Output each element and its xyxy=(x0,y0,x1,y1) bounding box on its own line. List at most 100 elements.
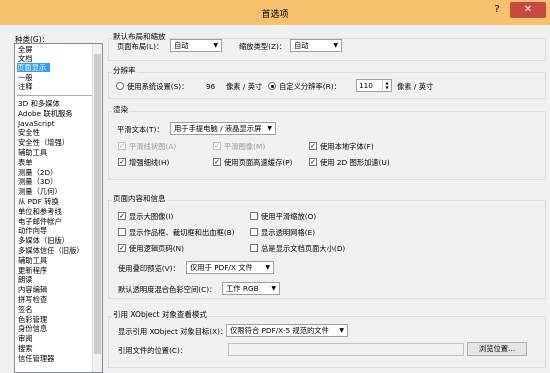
close-button[interactable]: ✕ xyxy=(510,2,546,18)
gpu-2d-label: 使用 2D 图形加速(U) xyxy=(320,158,390,167)
category-item[interactable]: 安全性 xyxy=(18,128,40,137)
rendering-group-title: 渲染 xyxy=(112,104,129,115)
enhance-thin-lines-checkbox[interactable]: ✓ xyxy=(118,158,126,166)
overprint-select[interactable]: 仅用于 PDF/X 文件 ▼ xyxy=(186,261,274,274)
show-art-trim-label: 显示作品框、裁切框和出血框(B) xyxy=(129,228,235,237)
category-item[interactable]: 一般 xyxy=(18,73,33,82)
category-item[interactable]: 多媒体信任（旧版） xyxy=(18,246,84,255)
category-item[interactable]: 动作向导 xyxy=(18,226,47,235)
stepper-arrows-icon[interactable]: ▲ ▼ xyxy=(382,80,391,91)
logical-page-numbers-checkbox[interactable]: ✓ xyxy=(118,244,126,252)
category-item[interactable]: 朗读 xyxy=(18,275,33,284)
system-resolution-label: 使用系统设置(S)： xyxy=(127,82,189,91)
xobject-group-title: 引用 XObject 对象查看模式 xyxy=(112,309,208,320)
custom-resolution-value: 110 xyxy=(359,81,373,90)
gpu-2d-checkbox[interactable]: ✓ xyxy=(309,158,317,166)
page-cache-label: 使用页面高速缓存(P) xyxy=(224,158,293,167)
category-item[interactable]: Adobe 联机服务 xyxy=(18,109,73,118)
category-item[interactable]: JavaScript xyxy=(18,119,55,128)
category-item[interactable]: 搜索 xyxy=(18,344,33,353)
custom-resolution-label: 自定义分辨率(R)： xyxy=(279,82,341,91)
blend-space-value: 工作 RGB xyxy=(226,284,259,293)
category-item[interactable]: 色彩管理 xyxy=(18,315,47,324)
enhance-thin-lines-label: 增强细线(H) xyxy=(129,158,170,167)
category-item[interactable]: 身份信息 xyxy=(18,324,47,333)
category-scrollbar[interactable] xyxy=(92,44,102,372)
overprint-label: 使用叠印预览(V)： xyxy=(118,264,180,273)
help-button[interactable]: ? xyxy=(486,2,508,18)
category-item[interactable]: 内容编辑 xyxy=(18,285,47,294)
smooth-images-label: 平滑图像(M) xyxy=(224,142,266,151)
smooth-text-select[interactable]: 用于手提电脑 / 液晶显示屏 ▼ xyxy=(170,122,276,135)
zoom-type-select[interactable]: 自动 ▼ xyxy=(290,39,342,52)
system-resolution-radio[interactable] xyxy=(116,82,124,90)
local-fonts-label: 使用本地字体(F) xyxy=(320,142,374,151)
smooth-zoom-label: 使用平滑缩放(O) xyxy=(261,212,317,221)
show-large-images-label: 显示大图像(I) xyxy=(129,212,174,221)
chevron-down-icon: ▼ xyxy=(213,42,218,49)
chevron-down-icon: ▼ xyxy=(271,285,276,292)
category-item[interactable]: 文档 xyxy=(18,54,33,63)
system-resolution-unit: 像素 / 英寸 xyxy=(226,82,263,91)
category-item[interactable]: 多媒体（旧版） xyxy=(18,236,69,245)
category-item[interactable]: 辅助工具 xyxy=(18,256,47,265)
resolution-group-title: 分辨率 xyxy=(112,65,137,76)
page-layout-label: 页面布局(L)： xyxy=(117,42,164,51)
category-divider xyxy=(17,95,101,96)
xobject-target-value: 仅限符合 PDF/X-5 规范的文件 xyxy=(230,326,329,335)
blend-space-select[interactable]: 工作 RGB ▼ xyxy=(222,282,280,295)
category-item[interactable]: 电子邮件帐户 xyxy=(18,217,62,226)
window-title: 首选项 xyxy=(261,10,289,20)
category-item[interactable]: 注释 xyxy=(18,82,33,91)
transparency-grid-checkbox[interactable] xyxy=(250,228,258,236)
local-fonts-checkbox[interactable]: ✓ xyxy=(309,142,317,150)
system-resolution-value: 96 xyxy=(206,82,216,91)
page-cache-checkbox[interactable]: ✓ xyxy=(213,158,221,166)
smooth-images-checkbox[interactable]: ✓ xyxy=(213,142,221,150)
category-item-selected[interactable]: 页面显示 xyxy=(17,63,51,72)
smooth-text-value: 用于手提电脑 / 液晶显示屏 xyxy=(174,124,262,133)
category-item[interactable]: 测量（几何） xyxy=(18,187,62,196)
chevron-down-icon: ▼ xyxy=(333,42,338,49)
show-large-images-checkbox[interactable]: ✓ xyxy=(118,212,126,220)
smooth-zoom-checkbox[interactable] xyxy=(250,212,258,220)
category-item[interactable]: 更新程序 xyxy=(18,266,47,275)
xobject-location-field[interactable] xyxy=(228,343,464,356)
title-bar: 首选项 ? ✕ xyxy=(0,0,550,26)
category-item[interactable]: 签名 xyxy=(18,305,33,314)
scroll-thumb[interactable] xyxy=(94,54,101,354)
category-item[interactable]: 拼写检查 xyxy=(18,295,47,304)
category-item[interactable]: 安全性（增强） xyxy=(18,138,69,147)
logical-page-numbers-label: 使用逻辑页码(N) xyxy=(129,244,184,253)
smooth-line-art-label: 平滑线状图(A) xyxy=(129,142,177,151)
category-item[interactable]: 信任管理器 xyxy=(18,354,54,363)
show-art-trim-checkbox[interactable] xyxy=(118,228,126,236)
category-item[interactable]: 审阅 xyxy=(18,334,33,343)
category-item[interactable]: 测量（3D） xyxy=(18,177,57,186)
transparency-grid-label: 显示透明网格(E) xyxy=(261,228,316,237)
custom-resolution-input[interactable]: 110 ▲ ▼ xyxy=(356,79,392,92)
category-item[interactable]: 测量（2D） xyxy=(18,168,57,177)
doc-page-size-checkbox[interactable] xyxy=(250,244,258,252)
category-item[interactable]: 辅助工具 xyxy=(18,148,47,157)
custom-resolution-radio[interactable] xyxy=(268,82,276,90)
category-item[interactable]: 从 PDF 转换 xyxy=(18,197,59,206)
chevron-down-icon: ▼ xyxy=(267,125,272,132)
category-item[interactable]: 全屏 xyxy=(18,45,33,54)
category-item[interactable]: 单位和参考线 xyxy=(18,207,62,216)
doc-page-size-label: 总是显示文档页面大小(D) xyxy=(261,244,346,253)
category-item[interactable]: 3D 和多媒体 xyxy=(18,99,60,108)
overprint-value: 仅用于 PDF/X 文件 xyxy=(190,263,253,272)
smooth-line-art-checkbox[interactable]: ✓ xyxy=(118,142,126,150)
xobject-location-label: 引用文件的位置(C)： xyxy=(118,346,188,355)
custom-resolution-unit: 像素 / 英寸 xyxy=(397,82,434,91)
page-layout-select[interactable]: 自动 ▼ xyxy=(170,39,222,52)
smooth-text-label: 平滑文本(T)： xyxy=(117,125,164,134)
category-item[interactable]: 表单 xyxy=(18,158,33,167)
zoom-type-label: 缩放类型(Z)： xyxy=(239,42,287,51)
xobject-target-select[interactable]: 仅限符合 PDF/X-5 规范的文件 ▼ xyxy=(226,324,348,337)
browse-location-button[interactable]: 浏览位置... xyxy=(467,342,527,356)
category-list[interactable]: 全屏 文档 页面显示 一般 注释 3D 和多媒体 Adobe 联机服务 JavaSc… xyxy=(14,43,103,373)
chevron-down-icon: ▼ xyxy=(339,327,344,334)
layout-group-title: 默认布局和缩放 xyxy=(112,31,167,42)
